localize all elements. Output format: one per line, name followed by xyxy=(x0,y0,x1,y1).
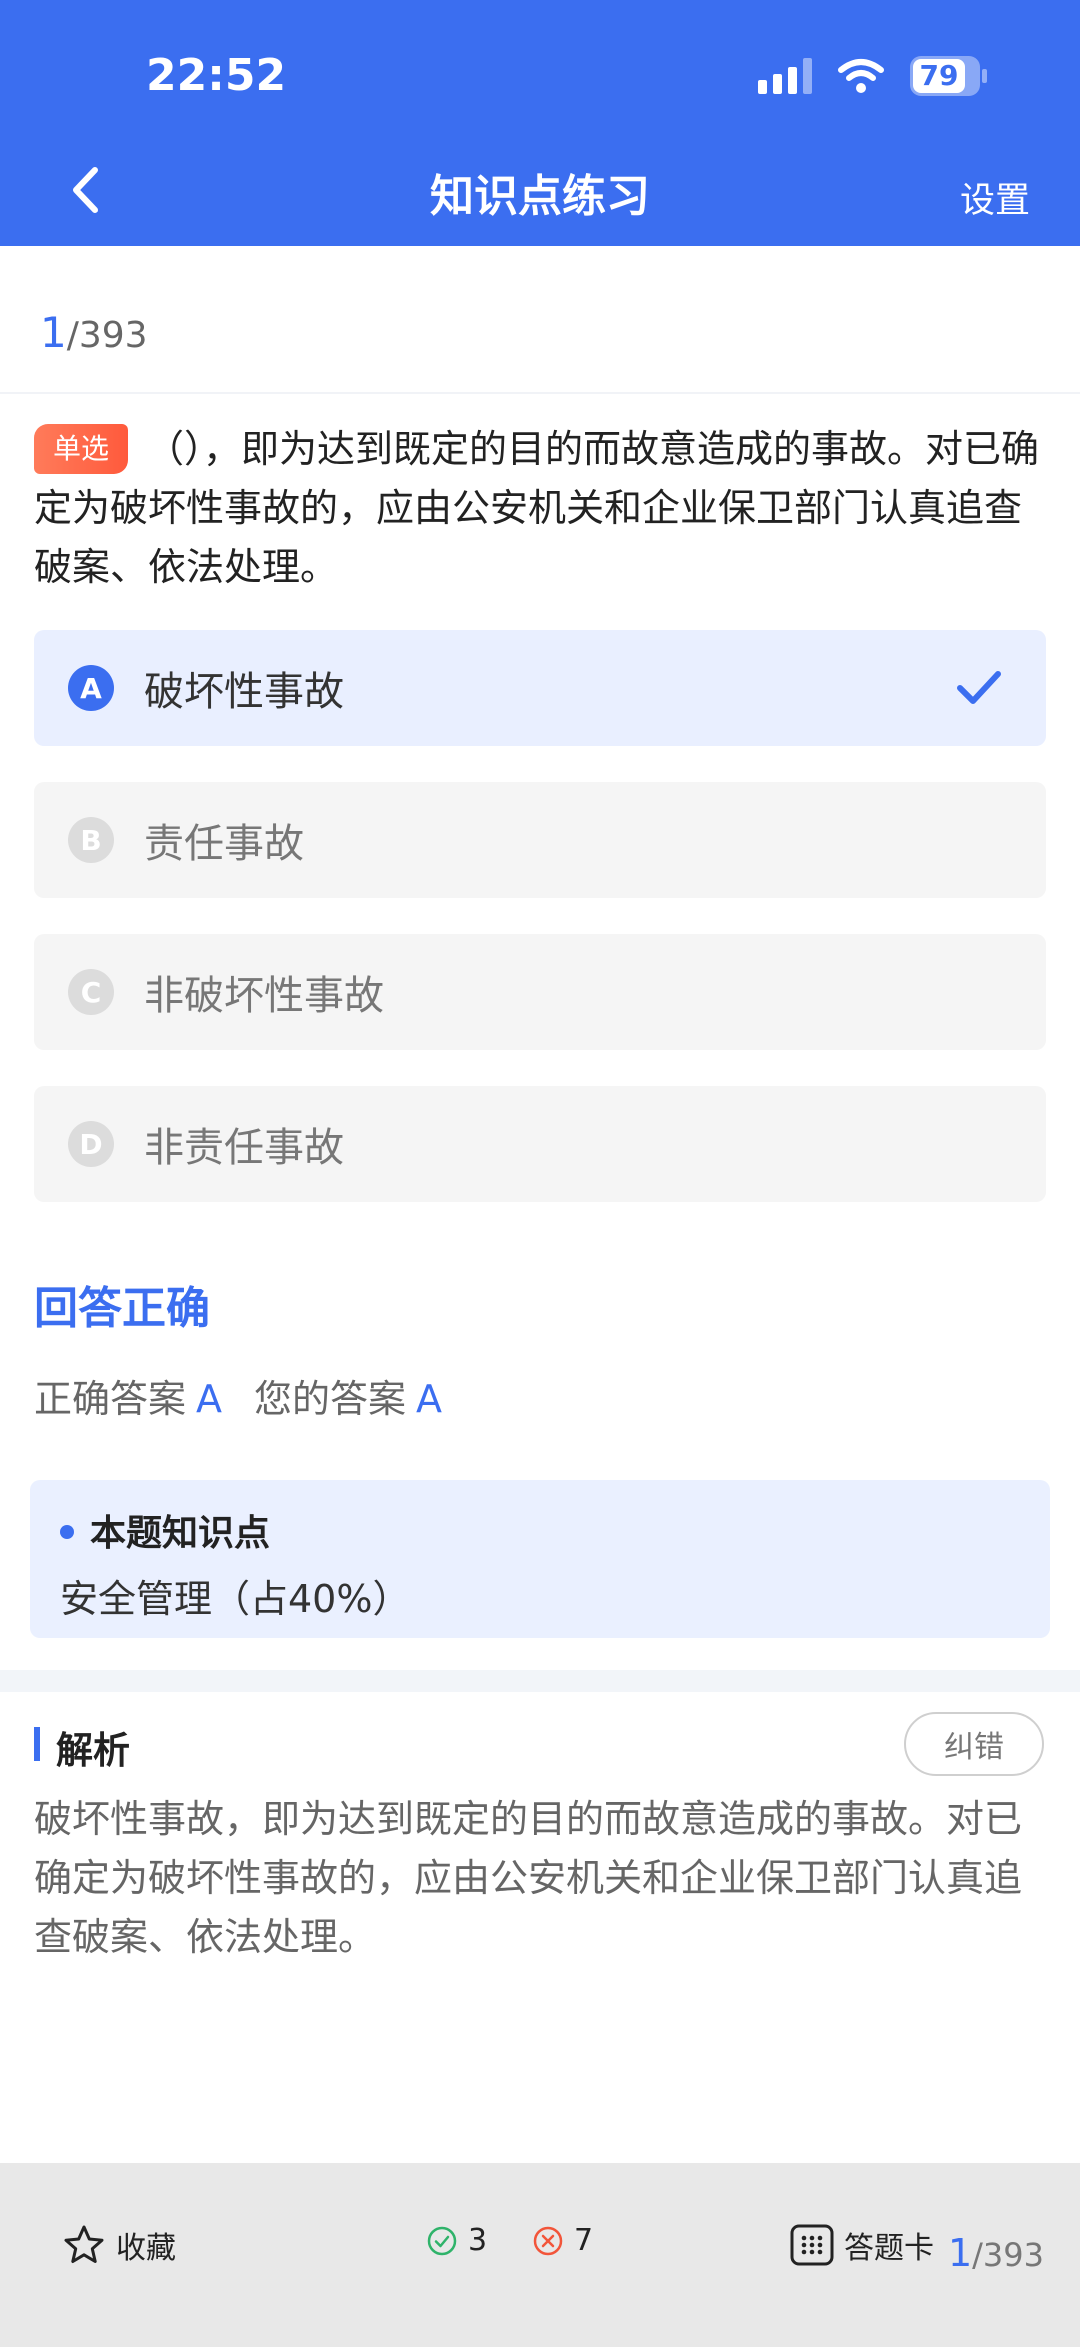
x-circle-icon xyxy=(533,2226,563,2255)
battery-icon: 79 xyxy=(910,56,987,96)
check-circle-icon xyxy=(427,2226,457,2255)
progress-current: 1 xyxy=(40,308,67,357)
grid-icon xyxy=(790,2224,834,2266)
wrong-count: 7 xyxy=(532,2223,593,2258)
knowledge-point-heading: 本题知识点 xyxy=(90,1513,271,1554)
result-title: 回答正确 xyxy=(34,1283,210,1334)
option-letter: A xyxy=(68,665,114,711)
option-text: 非破坏性事故 xyxy=(144,973,384,1019)
analysis-text: 破坏性事故，即为达到既定的目的而故意造成的事故。对已确定为破坏性事故的，应由公安… xyxy=(34,1797,1023,1959)
answer-card-button[interactable]: 答题卡 xyxy=(790,2223,934,2267)
question-text: （），即为达到既定的目的而故意造成的事故。对已确定为破坏性事故的，应由公安机关和… xyxy=(34,427,1040,589)
correct-answer-label: 正确答案 xyxy=(34,1377,187,1421)
bottom-page-indicator: 1/393 xyxy=(948,2231,1044,2275)
settings-button[interactable]: 设置 xyxy=(960,172,1030,223)
question-type-badge: 单选 xyxy=(34,424,128,474)
answer-summary: 正确答案 A 您的答案 A xyxy=(34,1368,474,1423)
your-answer-value: A xyxy=(416,1377,443,1421)
wifi-icon xyxy=(838,59,884,93)
analysis-title: 解析 xyxy=(56,1729,130,1772)
bottom-toolbar: 收藏 3 7 答题卡 1/393 xyxy=(0,2163,1080,2347)
star-icon xyxy=(64,2225,104,2263)
option-d[interactable]: D 非责任事故 xyxy=(34,1086,1046,1202)
option-text: 破坏性事故 xyxy=(144,669,344,715)
option-b[interactable]: B 责任事故 xyxy=(34,782,1046,898)
option-text: 责任事故 xyxy=(144,821,304,867)
correct-answer-value: A xyxy=(196,1377,223,1421)
bottom-page-current: 1 xyxy=(947,2231,973,2275)
status-icons: 79 xyxy=(758,56,987,96)
divider xyxy=(0,392,1080,394)
right-count: 3 xyxy=(426,2223,487,2258)
page-title: 知识点练习 xyxy=(430,171,650,222)
your-answer-label: 您的答案 xyxy=(254,1377,407,1421)
bottom-page-total: /393 xyxy=(972,2236,1044,2274)
header: 22:52 79 知识点练习 设置 xyxy=(0,0,1080,246)
wrong-count-value: 7 xyxy=(574,2223,594,2258)
knowledge-point-text: 安全管理（占40%） xyxy=(60,1577,411,1621)
question-stem: 单选 （），即为达到既定的目的而故意造成的事故。对已确定为破坏性事故的，应由公安机… xyxy=(34,420,1050,597)
option-a[interactable]: A 破坏性事故 xyxy=(34,630,1046,746)
cellular-signal-icon xyxy=(758,58,812,94)
progress-total: /393 xyxy=(66,315,148,356)
battery-level: 79 xyxy=(919,59,959,92)
section-accent-bar xyxy=(34,1727,40,1761)
option-letter: B xyxy=(68,817,114,863)
answer-card-label: 答题卡 xyxy=(844,2231,934,2266)
right-count-value: 3 xyxy=(468,2223,488,2258)
check-icon xyxy=(957,671,1001,704)
favorite-label: 收藏 xyxy=(116,2231,176,2266)
favorite-button[interactable]: 收藏 xyxy=(62,2223,176,2267)
option-c[interactable]: C 非破坏性事故 xyxy=(34,934,1046,1050)
option-text: 非责任事故 xyxy=(144,1125,344,1171)
bullet-dot xyxy=(60,1525,74,1539)
option-letter: D xyxy=(68,1121,114,1167)
status-time: 22:52 xyxy=(146,50,287,101)
report-error-button[interactable]: 纠错 xyxy=(904,1712,1044,1776)
knowledge-point-title: 本题知识点 xyxy=(60,1504,270,1556)
question-progress: 1/393 xyxy=(40,308,148,357)
section-divider xyxy=(0,1670,1080,1692)
knowledge-point-card: 本题知识点 安全管理（占40%） xyxy=(30,1480,1050,1638)
option-letter: C xyxy=(68,969,114,1015)
